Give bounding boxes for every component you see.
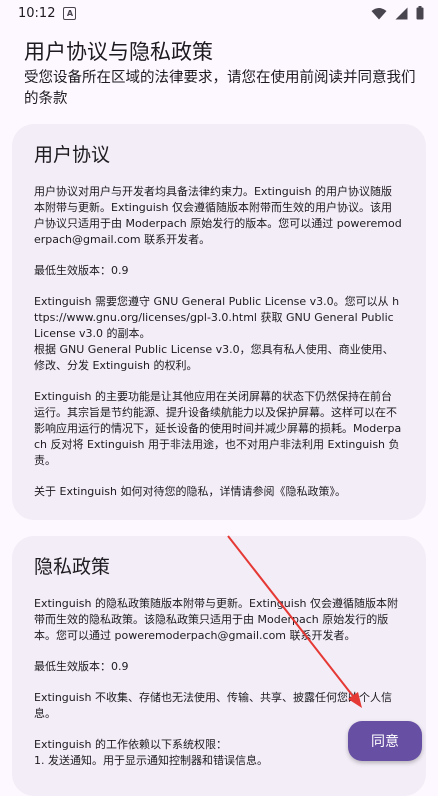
privacy-paragraph: Extinguish 的隐私政策随版本附带与更新。Extinguish 仅会遵循…	[34, 597, 399, 642]
terms-license-paragraph: Extinguish 需要您遵守 GNU General Public Lice…	[34, 295, 400, 372]
status-right	[371, 6, 424, 20]
terms-privacy-ref: 关于 Extinguish 如何对待您的隐私，详情请参阅《隐私政策》。	[34, 485, 347, 498]
terms-min-version: 最低生效版本：0.9	[34, 264, 129, 277]
status-time: 10:12	[18, 5, 56, 21]
privacy-permissions-paragraph: Extinguish 的工作依赖以下系统权限： 1. 发送通知。用于显示通知控制…	[34, 738, 268, 767]
notification-icon: A	[63, 6, 77, 20]
page-subtitle: 受您设备所在区域的法律要求，请您在使用前阅读并同意我们的条款	[24, 70, 416, 107]
terms-purpose-paragraph: Extinguish 的主要功能是让其他应用在关闭屏幕的状态下仍然保持在前台运行…	[34, 390, 402, 467]
status-left: 10:12 A	[18, 5, 77, 21]
privacy-data-paragraph: Extinguish 不收集、存储也无法使用、传输、共享、披露任何您的个人信息。	[34, 691, 393, 720]
privacy-title: 隐私政策	[34, 556, 111, 578]
header: 用户协议与隐私政策 受您设备所在区域的法律要求，请您在使用前阅读并同意我们的条款	[24, 38, 419, 110]
terms-paragraph: 用户协议对用户与开发者均具备法律约束力。Extinguish 的用户协议随版本附…	[34, 185, 402, 246]
terms-card: 用户协议 用户协议对用户与开发者均具备法律约束力。Extinguish 的用户协…	[12, 124, 426, 520]
status-bar: 10:12 A	[0, 0, 438, 26]
signal-icon	[395, 7, 408, 19]
terms-title: 用户协议	[34, 144, 111, 166]
wifi-icon	[371, 7, 387, 19]
battery-icon	[416, 6, 424, 20]
page-title: 用户协议与隐私政策	[24, 40, 213, 64]
privacy-min-version: 最低生效版本：0.9	[34, 660, 129, 673]
agree-button[interactable]: 同意	[348, 721, 422, 761]
